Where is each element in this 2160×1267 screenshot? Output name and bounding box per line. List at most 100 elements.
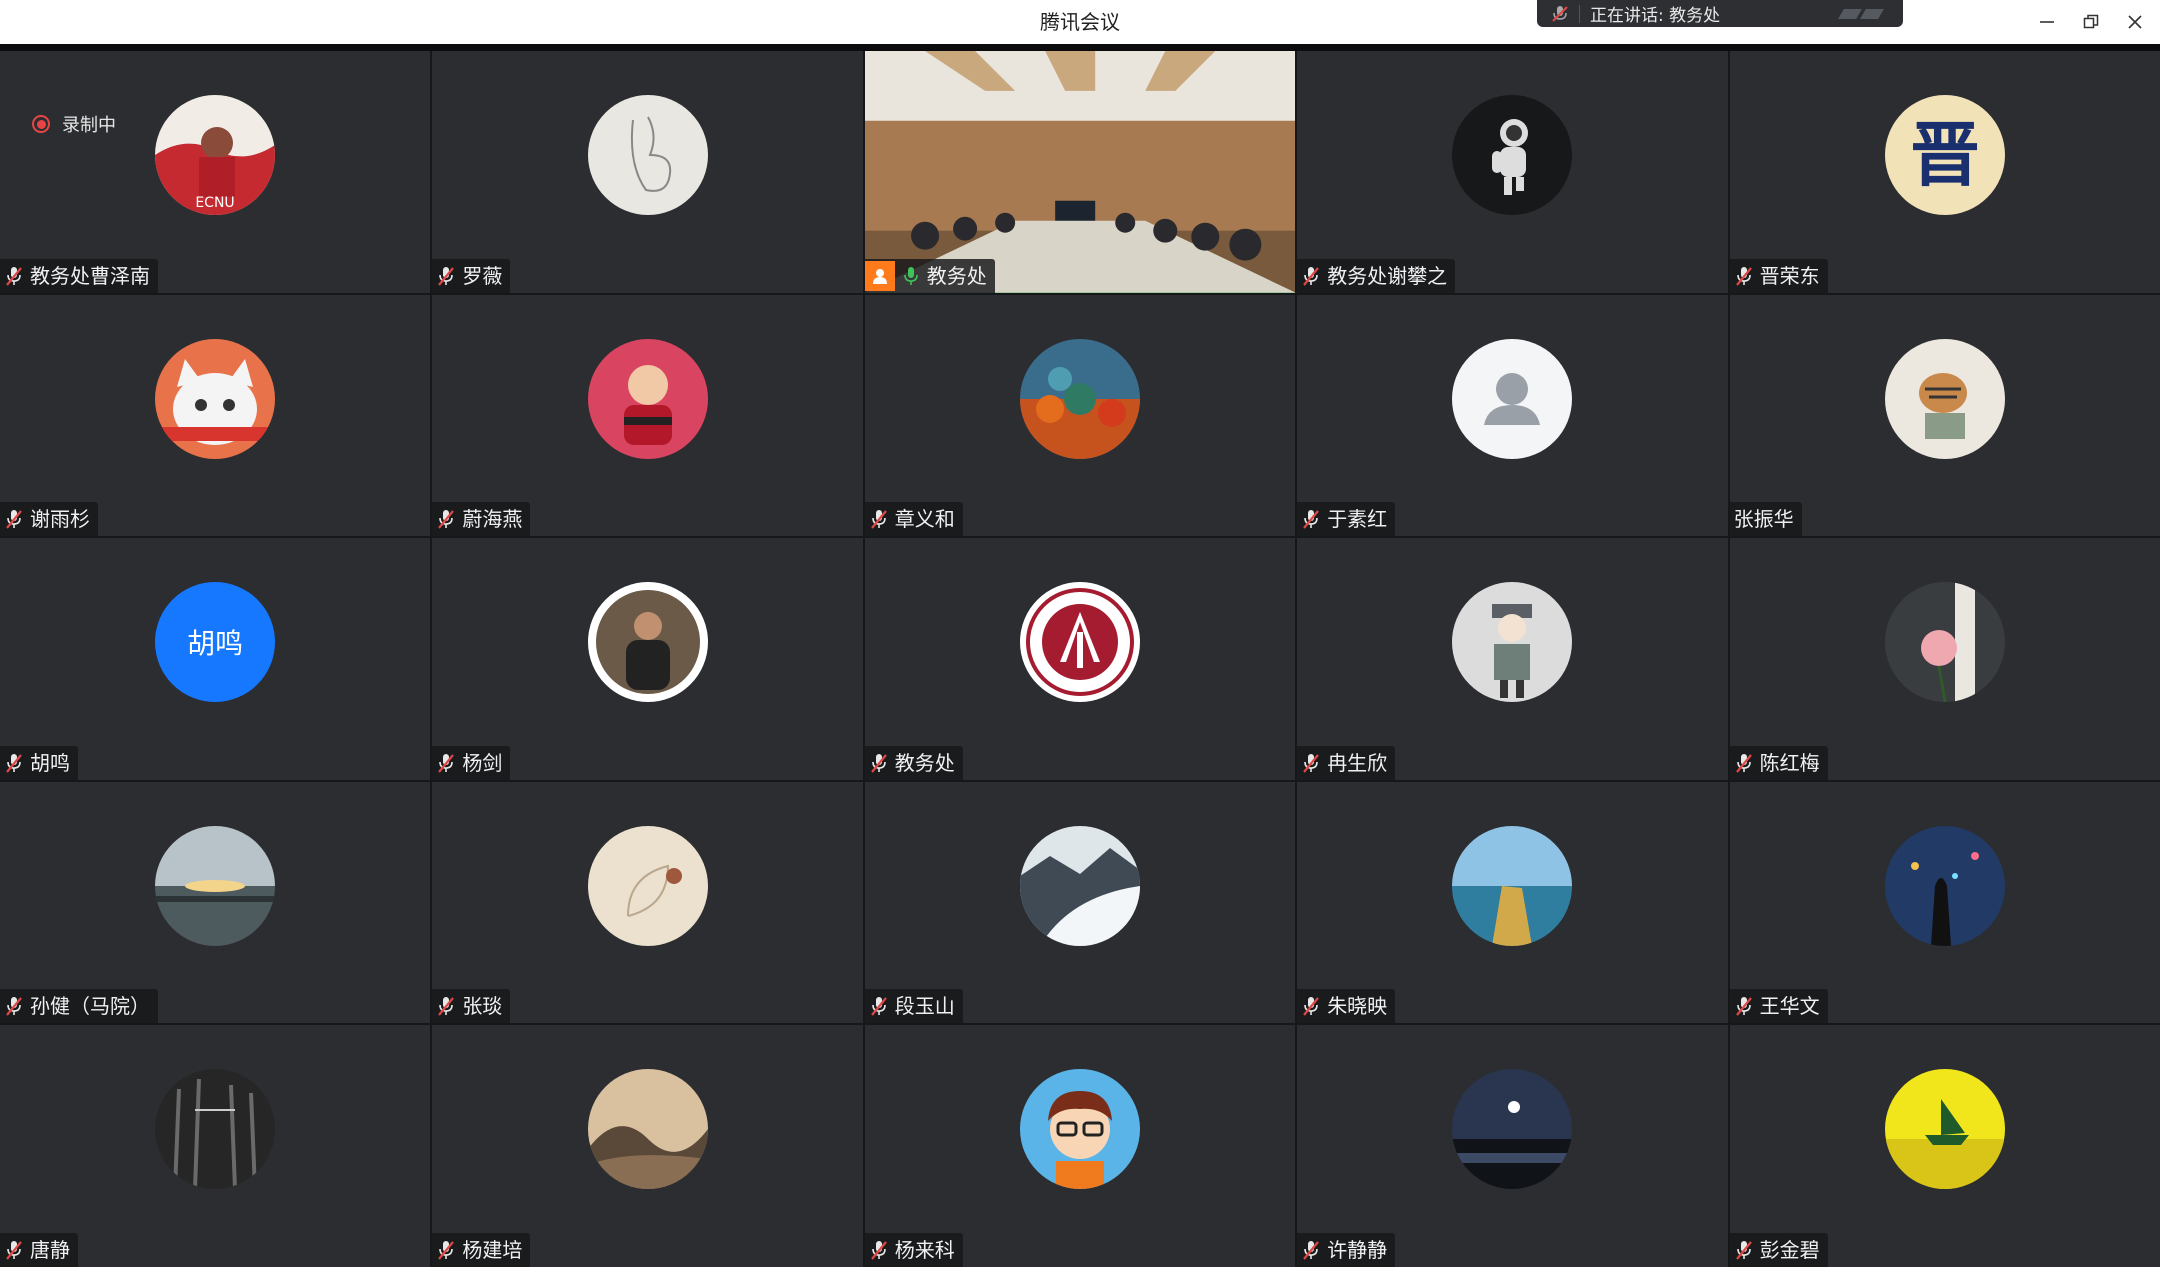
close-button[interactable] [2120, 7, 2150, 37]
muted-mic-icon [438, 997, 455, 1017]
participant-nametag: 陈红梅 [1729, 745, 1828, 780]
tiger-painting-avatar [1884, 338, 2005, 459]
restore-button[interactable] [2076, 7, 2106, 37]
participant-name: 于素红 [1327, 507, 1388, 532]
participant-tile[interactable]: 教务处谢攀之 [1297, 51, 1728, 293]
muted-mic-icon [1303, 1241, 1320, 1260]
mic-icon [903, 266, 918, 285]
participant-name: 冉生欣 [1327, 750, 1388, 775]
participant-nametag: 王华文 [1729, 989, 1828, 1024]
astronaut-avatar [1452, 95, 1573, 215]
muted-mic-icon [870, 997, 887, 1017]
participant-tile[interactable]: 王华文 [1729, 781, 2160, 1024]
participant-tile[interactable]: 章义和 [864, 294, 1296, 537]
dark-forest-avatar [155, 1069, 276, 1190]
participant-nametag: 胡鸣 [0, 745, 78, 780]
participant-tile[interactable]: 谢雨杉 [0, 294, 431, 537]
leaf-drawing-avatar [587, 825, 708, 946]
muted-mic-icon [6, 997, 22, 1017]
participant-name: 教务处曹泽南 [30, 263, 150, 288]
participant-nametag: 许静静 [1297, 1233, 1396, 1267]
recording-label: 录制中 [62, 115, 116, 136]
participant-tile[interactable]: 教务处 [864, 51, 1296, 293]
participant-nametag: 张振华 [1729, 502, 1802, 537]
participant-tile[interactable]: 朱晓映 [1297, 781, 1728, 1024]
participant-tile[interactable]: 许静静 [1297, 1025, 1728, 1267]
jin-character-avatar: 晋 [1884, 95, 2005, 215]
participant-tile[interactable]: 杨来科 [864, 1025, 1296, 1267]
rabbit-sketch-avatar [587, 95, 708, 215]
participant-nametag: 于素红 [1297, 502, 1396, 537]
muted-mic-icon [6, 266, 22, 286]
participant-tile[interactable]: 陈红梅 [1729, 538, 2160, 780]
moon-night-avatar [1452, 1069, 1573, 1190]
seaside-avatar [1452, 825, 1573, 946]
participant-name: 谢雨杉 [30, 507, 90, 532]
yellow-boat-avatar [1884, 1069, 2005, 1190]
restore-icon [2083, 14, 2099, 29]
participant-tile[interactable]: 于素红 [1297, 294, 1728, 537]
ecnu-photo-avatar: ECNU [155, 95, 276, 215]
muted-mic-icon [1552, 5, 1568, 22]
participant-nametag: 教务处谢攀之 [1297, 258, 1456, 293]
muted-mic-icon [1735, 1241, 1752, 1260]
participant-tile[interactable]: 张振华 [1729, 294, 2160, 537]
participant-tile[interactable]: ECNU 录制中教务处曹泽南 [0, 51, 431, 293]
cartoon-glasses-avatar [1019, 1069, 1140, 1190]
person-photo-avatar [587, 582, 708, 703]
participant-grid: ECNU 录制中 教务处曹泽南 罗薇 教务处 教务处谢攀之晋晋荣东 谢雨杉 蔚海燕 章义和 于素红… [0, 51, 2160, 1267]
participant-name: 张振华 [1733, 507, 1794, 532]
participant-name: 王华文 [1759, 994, 1820, 1019]
speaking-indicator[interactable]: 正在讲话: 教务处 [1537, 0, 1903, 27]
participant-nametag: 教务处 [864, 745, 963, 780]
participant-tile[interactable]: 罗薇 [432, 51, 863, 293]
participant-tile[interactable]: 张琰 [432, 781, 863, 1024]
participant-tile[interactable]: 胡鸣 胡鸣 [0, 538, 431, 780]
participant-nametag: 章义和 [864, 502, 963, 537]
participant-tile[interactable]: 教务处 [864, 538, 1296, 780]
participant-name: 朱晓映 [1327, 994, 1388, 1019]
participant-tile[interactable]: 段玉山 [864, 781, 1296, 1024]
toolbar-divider [0, 44, 2160, 51]
participant-tile[interactable]: 孙健（马院） [0, 781, 431, 1024]
muted-mic-icon [1303, 753, 1320, 773]
participant-name: 杨剑 [462, 750, 503, 775]
close-icon [2128, 15, 2142, 29]
participant-name: 教务处谢攀之 [1327, 263, 1448, 288]
muted-mic-icon [1303, 997, 1320, 1017]
avatar: 胡鸣 [155, 582, 276, 703]
svg-text:晋: 晋 [1910, 113, 1980, 196]
participant-nametag: 晋荣东 [1729, 258, 1828, 293]
autumn-forest-avatar [1019, 338, 1140, 459]
participant-nametag: 教务处曹泽南 [0, 258, 158, 293]
minimize-button[interactable] [2032, 7, 2062, 37]
participant-tile[interactable]: 彭金碧 [1729, 1025, 2160, 1267]
participant-tile[interactable]: 杨剑 [432, 538, 863, 780]
participant-tile[interactable]: 蔚海燕 [432, 294, 863, 537]
participant-tile[interactable]: 晋晋荣东 [1729, 51, 2160, 293]
default-user-avatar [1452, 338, 1573, 459]
participant-tile[interactable]: 唐静 [0, 1025, 431, 1267]
participant-name: 晋荣东 [1759, 263, 1820, 288]
muted-mic-icon [438, 510, 455, 529]
ink-landscape-avatar [587, 1069, 708, 1190]
participant-name: 杨来科 [894, 1238, 955, 1262]
participant-nametag: 张琰 [432, 989, 511, 1024]
participant-nametag: 杨建培 [432, 1233, 531, 1267]
muted-mic-icon [1303, 510, 1320, 529]
night-figures-avatar [1884, 825, 2005, 946]
svg-text:ECNU: ECNU [196, 195, 235, 211]
participant-nametag: 朱晓映 [1297, 989, 1396, 1024]
participant-tile[interactable]: 冉生欣 [1297, 538, 1728, 780]
participant-name: 张琰 [462, 994, 503, 1019]
participant-name: 许静静 [1327, 1238, 1388, 1262]
participant-name: 章义和 [894, 507, 955, 532]
participant-nametag: 杨剑 [432, 745, 511, 780]
recording-indicator: 录制中 [32, 111, 116, 137]
participant-tile[interactable]: 杨建培 [432, 1025, 863, 1267]
muted-mic-icon [438, 753, 455, 773]
participant-nametag: 彭金碧 [1729, 1233, 1828, 1267]
participant-nametag: 罗薇 [432, 258, 511, 293]
participant-nametag: 段玉山 [864, 989, 963, 1024]
glacier-avatar [1019, 825, 1140, 946]
